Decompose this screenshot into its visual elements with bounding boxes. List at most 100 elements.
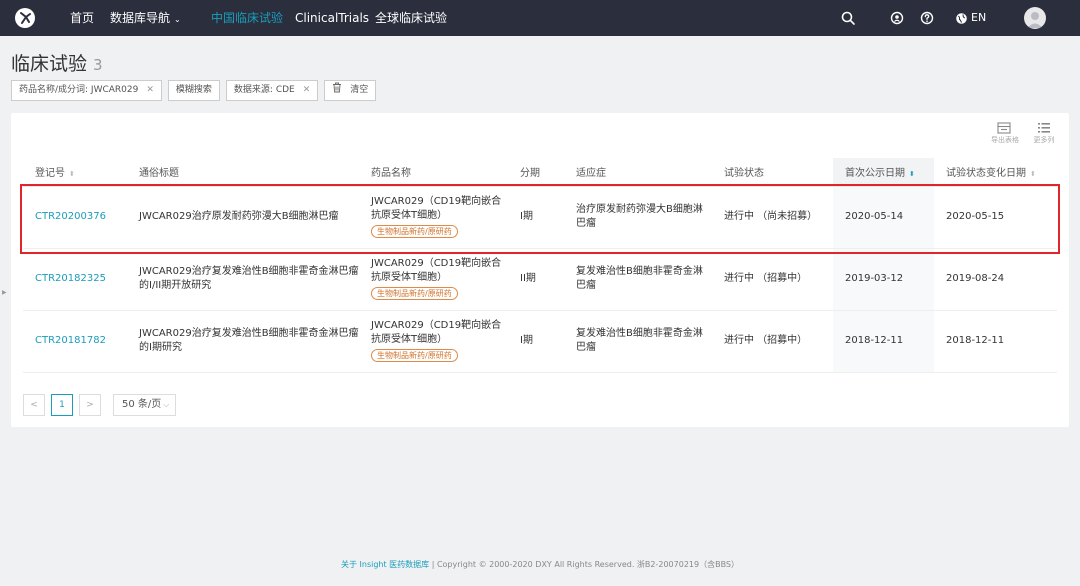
export-table-button[interactable]: 导出表格 <box>991 122 1019 145</box>
column-header-title: 通俗标题 <box>127 158 359 187</box>
language-switch[interactable]: EN <box>955 0 986 36</box>
page-size-select[interactable]: 50 条/页 ⌵ <box>113 394 177 416</box>
first-publish-date: 2019-03-12 <box>833 248 934 311</box>
column-header-label: 药品名称 <box>371 168 411 180</box>
filter-chip-drug-label: 药品名称/成分词: JWCAR029 <box>19 85 139 95</box>
column-header-label: 登记号 <box>35 168 65 180</box>
close-icon[interactable]: ✕ <box>303 81 311 100</box>
column-header-reg[interactable]: 登记号 ⬍ <box>23 158 127 187</box>
logo-icon[interactable] <box>15 8 35 28</box>
table-tools: 导出表格 更多列 <box>991 122 1057 145</box>
notification-icon[interactable] <box>889 10 905 26</box>
column-header-label: 试验状态 <box>724 168 764 180</box>
table-row[interactable]: CTR20181782 JWCAR029治疗复发难治性B细胞非霍奇金淋巴瘤的I期… <box>23 310 1057 373</box>
globe-icon <box>956 12 967 24</box>
drug-name: JWCAR029（CD19靶向嵌合抗原受体T细胞） <box>371 258 502 283</box>
nav-item-global-trials[interactable]: 全球临床试验 <box>375 0 447 36</box>
more-columns-button[interactable]: 更多列 <box>1031 122 1057 145</box>
page-title-text: 临床试验 <box>11 53 88 75</box>
sort-icon[interactable]: ⬍ <box>69 170 75 178</box>
indication: 复发难治性B细胞非霍奇金淋巴瘤 <box>564 248 712 311</box>
top-nav: 首页 数据库导航 ⌄ 中国临床试验 ClinicalTrials 全球临床试验 E… <box>0 0 1080 36</box>
drug-cell: JWCAR029（CD19靶向嵌合抗原受体T细胞） 生物制品新药/原研药 <box>359 248 508 311</box>
page-size-value: 50 条/页 <box>122 399 162 410</box>
trial-status: 进行中 （招募中） <box>712 248 833 311</box>
nav-item-china-trials[interactable]: 中国临床试验 <box>211 0 283 36</box>
column-header-indication: 适应症 <box>564 158 712 187</box>
next-page-button[interactable]: > <box>79 394 101 416</box>
column-header-status: 试验状态 <box>712 158 833 187</box>
column-header-label: 首次公示日期 <box>845 168 905 180</box>
help-icon[interactable] <box>919 10 935 26</box>
table-row[interactable]: CTR20200376 JWCAR029治疗原发耐药弥漫大B细胞淋巴瘤 JWCA… <box>23 186 1057 249</box>
phase: I期 <box>508 310 564 373</box>
table-header-row: 登记号 ⬍ 通俗标题 药品名称 分期 适应症 试验状态 首次公示日期 ⬍ 试验状态变… <box>23 158 1057 187</box>
clear-filters-button[interactable]: 清空 <box>324 80 377 101</box>
column-header-drug: 药品名称 <box>359 158 508 187</box>
fuzzy-search-button[interactable]: 模糊搜索 <box>167 80 220 101</box>
prev-page-button[interactable]: < <box>23 394 45 416</box>
nav-item-database-nav-label: 数据库导航 <box>110 11 171 25</box>
page-title: 临床试验 3 <box>11 49 103 76</box>
phase: I期 <box>508 186 564 249</box>
close-icon[interactable]: ✕ <box>146 81 154 100</box>
column-header-label: 试验状态变化日期 <box>946 168 1026 180</box>
nav-item-database-nav[interactable]: 数据库导航 ⌄ <box>110 0 181 36</box>
clear-filters-label: 清空 <box>350 85 369 95</box>
avatar[interactable] <box>1024 7 1046 29</box>
about-link[interactable]: 关于 Insight 医药数据库 <box>341 560 429 569</box>
status-change-date: 2018-12-11 <box>934 310 1057 373</box>
trial-title: JWCAR029治疗复发难治性B细胞非霍奇金淋巴瘤的I/II期开放研究 <box>127 248 359 311</box>
drug-name: JWCAR029（CD19靶向嵌合抗原受体T细胞） <box>371 196 502 221</box>
list-icon <box>1038 123 1050 133</box>
pagination: < 1 > 50 条/页 ⌵ <box>23 394 177 416</box>
sidebar-toggle-icon[interactable]: ▶ <box>2 289 7 296</box>
chevron-down-icon: ⌵ <box>163 400 170 409</box>
language-label: EN <box>971 11 987 24</box>
column-header-label: 通俗标题 <box>139 168 179 180</box>
column-header-change-date[interactable]: 试验状态变化日期 ⬍ <box>934 158 1057 187</box>
drug-type-badge: 生物制品新药/原研药 <box>371 287 458 300</box>
page-button-current[interactable]: 1 <box>51 394 73 416</box>
drug-cell: JWCAR029（CD19靶向嵌合抗原受体T细胞） 生物制品新药/原研药 <box>359 186 508 249</box>
trial-title: JWCAR029治疗原发耐药弥漫大B细胞淋巴瘤 <box>127 186 359 249</box>
trial-title: JWCAR029治疗复发难治性B细胞非霍奇金淋巴瘤的I期研究 <box>127 310 359 373</box>
nav-item-clinicaltrials[interactable]: ClinicalTrials <box>295 0 369 36</box>
nav-item-home[interactable]: 首页 <box>70 0 94 36</box>
filter-chip-drug[interactable]: 药品名称/成分词: JWCAR029 ✕ <box>11 80 162 101</box>
registration-link[interactable]: CTR20181782 <box>35 335 106 346</box>
export-icon <box>997 122 1011 134</box>
first-publish-date: 2020-05-14 <box>833 186 934 249</box>
search-icon[interactable] <box>840 10 856 26</box>
drug-type-badge: 生物制品新药/原研药 <box>371 349 458 362</box>
trial-status: 进行中 （尚未招募） <box>712 186 833 249</box>
sort-icon[interactable]: ⬍ <box>909 170 915 178</box>
first-publish-date: 2018-12-11 <box>833 310 934 373</box>
trial-status: 进行中 （招募中） <box>712 310 833 373</box>
drug-type-badge: 生物制品新药/原研药 <box>371 225 458 238</box>
filter-chip-source-label: 数据来源: CDE <box>233 85 295 95</box>
registration-link[interactable]: CTR20200376 <box>35 211 106 222</box>
result-count: 3 <box>93 56 103 74</box>
drug-name: JWCAR029（CD19靶向嵌合抗原受体T细胞） <box>371 320 502 345</box>
indication: 复发难治性B细胞非霍奇金淋巴瘤 <box>564 310 712 373</box>
trash-icon <box>332 81 342 100</box>
column-header-first-date[interactable]: 首次公示日期 ⬍ <box>833 158 934 187</box>
column-header-label: 适应症 <box>576 168 606 180</box>
column-header-label: 分期 <box>520 168 540 180</box>
table-row[interactable]: CTR20182325 JWCAR029治疗复发难治性B细胞非霍奇金淋巴瘤的I/… <box>23 248 1057 311</box>
fuzzy-search-label: 模糊搜索 <box>175 85 212 95</box>
sort-icon[interactable]: ⬍ <box>1030 170 1036 178</box>
results-card: 导出表格 更多列 登记号 ⬍ 通俗标题 药品名称 分期 适应症 试验状态 首次公示… <box>11 113 1069 427</box>
filter-chip-source[interactable]: 数据来源: CDE ✕ <box>225 80 319 101</box>
status-change-date: 2020-05-15 <box>934 186 1057 249</box>
copyright-text: | Copyright © 2000-2020 DXY All Rights R… <box>429 560 740 569</box>
indication: 治疗原发耐药弥漫大B细胞淋巴瘤 <box>564 186 712 249</box>
footer: 关于 Insight 医药数据库 | Copyright © 2000-2020… <box>0 559 1080 570</box>
drug-cell: JWCAR029（CD19靶向嵌合抗原受体T细胞） 生物制品新药/原研药 <box>359 310 508 373</box>
chevron-down-icon: ⌄ <box>174 15 181 24</box>
column-header-phase: 分期 <box>508 158 564 187</box>
phase: II期 <box>508 248 564 311</box>
status-change-date: 2019-08-24 <box>934 248 1057 311</box>
registration-link[interactable]: CTR20182325 <box>35 273 106 284</box>
